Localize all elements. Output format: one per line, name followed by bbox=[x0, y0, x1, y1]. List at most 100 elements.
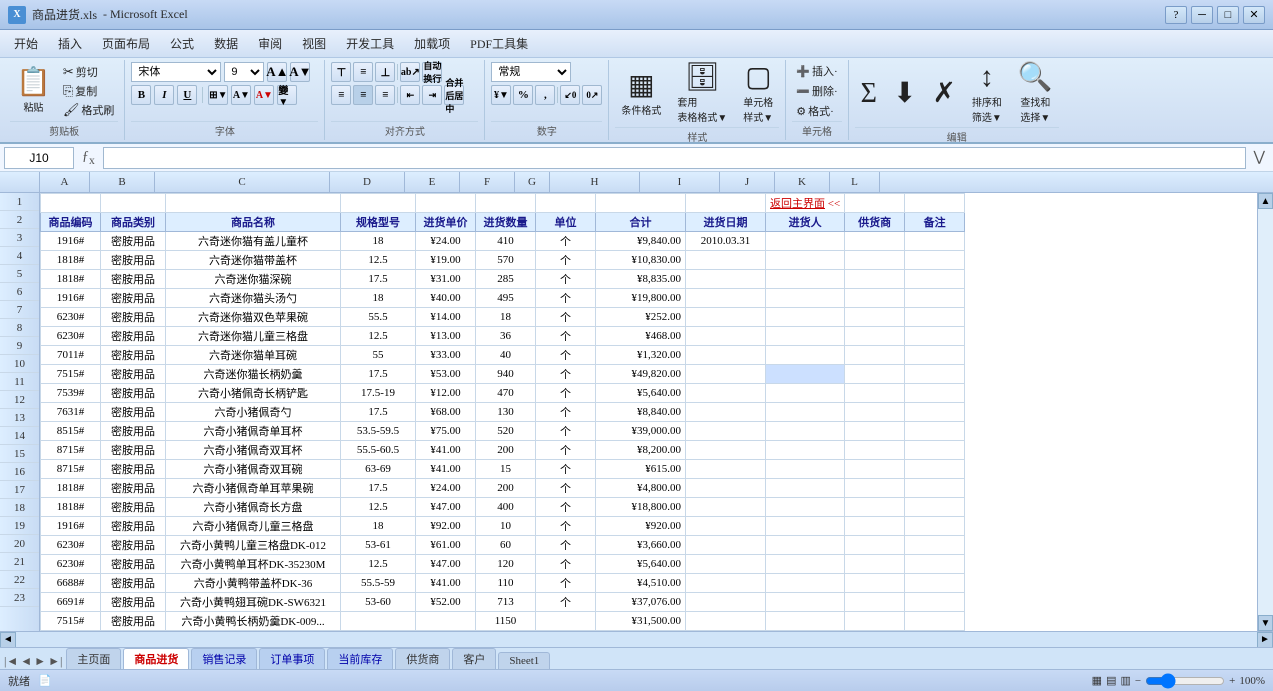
cell-e8[interactable]: ¥13.00 bbox=[416, 327, 476, 346]
cell-j12[interactable] bbox=[766, 403, 845, 422]
cell-f15[interactable]: 15 bbox=[476, 460, 536, 479]
cell-b21[interactable]: 密胺用品 bbox=[101, 574, 166, 593]
cell-h5[interactable]: ¥8,835.00 bbox=[596, 270, 686, 289]
cell-d3[interactable]: 18 bbox=[341, 232, 416, 251]
cell-j16[interactable] bbox=[766, 479, 845, 498]
cell-e9[interactable]: ¥33.00 bbox=[416, 346, 476, 365]
cell-c6[interactable]: 六奇迷你猫头汤勺 bbox=[166, 289, 341, 308]
cell-d18[interactable]: 18 bbox=[341, 517, 416, 536]
cell-e3[interactable]: ¥24.00 bbox=[416, 232, 476, 251]
cell-a7[interactable]: 6230# bbox=[41, 308, 101, 327]
cell-j10[interactable] bbox=[766, 365, 845, 384]
cell-g7[interactable]: 个 bbox=[536, 308, 596, 327]
cell-k7[interactable] bbox=[845, 308, 905, 327]
cell-i12[interactable] bbox=[686, 403, 766, 422]
font-grow-button[interactable]: A▲ bbox=[267, 62, 287, 82]
header-i2[interactable]: 进货日期 bbox=[686, 213, 766, 232]
cell-h12[interactable]: ¥8,840.00 bbox=[596, 403, 686, 422]
row-header-20[interactable]: 20 bbox=[0, 535, 39, 553]
cell-h10[interactable]: ¥49,820.00 bbox=[596, 365, 686, 384]
cell-d13[interactable]: 53.5-59.5 bbox=[341, 422, 416, 441]
cell-d9[interactable]: 55 bbox=[341, 346, 416, 365]
cell-b15[interactable]: 密胺用品 bbox=[101, 460, 166, 479]
sheet-tab-sheet1[interactable]: Sheet1 bbox=[498, 652, 550, 669]
cell-h21[interactable]: ¥4,510.00 bbox=[596, 574, 686, 593]
cell-e23[interactable] bbox=[416, 612, 476, 631]
cell-g8[interactable]: 个 bbox=[536, 327, 596, 346]
col-header-g[interactable]: G bbox=[515, 172, 550, 192]
decrease-decimal-button[interactable]: ↙0 bbox=[560, 85, 580, 105]
align-middle-button[interactable]: ≡ bbox=[353, 62, 373, 82]
cell-c18[interactable]: 六奇小猪佩奇儿童三格盘 bbox=[166, 517, 341, 536]
insert-button[interactable]: ➕ 插入· bbox=[792, 62, 841, 80]
align-left-button[interactable]: ≡ bbox=[331, 85, 351, 105]
cell-k9[interactable] bbox=[845, 346, 905, 365]
fill-color-button[interactable]: A▼ bbox=[231, 85, 251, 105]
cell-i21[interactable] bbox=[686, 574, 766, 593]
cell-h6[interactable]: ¥19,800.00 bbox=[596, 289, 686, 308]
row-header-13[interactable]: 13 bbox=[0, 409, 39, 427]
cell-f17[interactable]: 400 bbox=[476, 498, 536, 517]
row-header-14[interactable]: 14 bbox=[0, 427, 39, 445]
cell-c10[interactable]: 六奇迷你猫长柄奶羹 bbox=[166, 365, 341, 384]
cell-i19[interactable] bbox=[686, 536, 766, 555]
header-c2[interactable]: 商品名称 bbox=[166, 213, 341, 232]
cell-l20[interactable] bbox=[905, 555, 965, 574]
sum-button[interactable]: Σ bbox=[855, 78, 883, 110]
cell-a22[interactable]: 6691# bbox=[41, 593, 101, 612]
cell-i17[interactable] bbox=[686, 498, 766, 517]
cell-l17[interactable] bbox=[905, 498, 965, 517]
cell-a8[interactable]: 6230# bbox=[41, 327, 101, 346]
cell-j7[interactable] bbox=[766, 308, 845, 327]
view-layout-btn[interactable]: ▤ bbox=[1106, 674, 1116, 687]
cell-l21[interactable] bbox=[905, 574, 965, 593]
header-g2[interactable]: 单位 bbox=[536, 213, 596, 232]
cell-style-button[interactable]: ▢ 单元格样式▼ bbox=[737, 62, 779, 126]
cell-g20[interactable]: 个 bbox=[536, 555, 596, 574]
cell-f14[interactable]: 200 bbox=[476, 441, 536, 460]
cell-d12[interactable]: 17.5 bbox=[341, 403, 416, 422]
cell-g21[interactable]: 个 bbox=[536, 574, 596, 593]
col-header-f[interactable]: F bbox=[460, 172, 515, 192]
cell-b22[interactable]: 密胺用品 bbox=[101, 593, 166, 612]
decrease-indent-button[interactable]: ⇤ bbox=[400, 85, 420, 105]
cell-a6[interactable]: 1916# bbox=[41, 289, 101, 308]
cell-b17[interactable]: 密胺用品 bbox=[101, 498, 166, 517]
cell-d19[interactable]: 53-61 bbox=[341, 536, 416, 555]
cell-h14[interactable]: ¥8,200.00 bbox=[596, 441, 686, 460]
header-b2[interactable]: 商品类别 bbox=[101, 213, 166, 232]
cell-f20[interactable]: 120 bbox=[476, 555, 536, 574]
cell-g5[interactable]: 个 bbox=[536, 270, 596, 289]
cell-k22[interactable] bbox=[845, 593, 905, 612]
cell-c13[interactable]: 六奇小猪佩奇单耳杯 bbox=[166, 422, 341, 441]
cell-j18[interactable] bbox=[766, 517, 845, 536]
cell-a20[interactable]: 6230# bbox=[41, 555, 101, 574]
cell-c4[interactable]: 六奇迷你猫带盖杯 bbox=[166, 251, 341, 270]
cell-f21[interactable]: 110 bbox=[476, 574, 536, 593]
col-header-c[interactable]: C bbox=[155, 172, 330, 192]
zoom-slider[interactable] bbox=[1145, 673, 1225, 689]
cell-j4[interactable] bbox=[766, 251, 845, 270]
cell-e20[interactable]: ¥47.00 bbox=[416, 555, 476, 574]
row-header-15[interactable]: 15 bbox=[0, 445, 39, 463]
cell-i6[interactable] bbox=[686, 289, 766, 308]
cell-a19[interactable]: 6230# bbox=[41, 536, 101, 555]
cell-c21[interactable]: 六奇小黄鸭带盖杯DK-36 bbox=[166, 574, 341, 593]
cell-l23[interactable] bbox=[905, 612, 965, 631]
cell-g12[interactable]: 个 bbox=[536, 403, 596, 422]
cell-g17[interactable]: 个 bbox=[536, 498, 596, 517]
cell-l11[interactable] bbox=[905, 384, 965, 403]
grid-scroll[interactable]: 返回主界面 << 商品编码 商品类别 商品名称 规格型号 进货单价 进货数量 单… bbox=[40, 193, 1257, 631]
cell-h3[interactable]: ¥9,840.00 bbox=[596, 232, 686, 251]
cell-c11[interactable]: 六奇小猪佩奇长柄铲匙 bbox=[166, 384, 341, 403]
cell-d4[interactable]: 12.5 bbox=[341, 251, 416, 270]
special-format-button[interactable]: 變▼ bbox=[277, 85, 297, 105]
cell-f19[interactable]: 60 bbox=[476, 536, 536, 555]
cell-k10[interactable] bbox=[845, 365, 905, 384]
cell-g22[interactable]: 个 bbox=[536, 593, 596, 612]
cell-h16[interactable]: ¥4,800.00 bbox=[596, 479, 686, 498]
cell-a17[interactable]: 1818# bbox=[41, 498, 101, 517]
number-format-select[interactable]: 常规 bbox=[491, 62, 571, 82]
cell-d21[interactable]: 55.5-59 bbox=[341, 574, 416, 593]
scroll-down-button[interactable]: ▼ bbox=[1258, 615, 1273, 631]
